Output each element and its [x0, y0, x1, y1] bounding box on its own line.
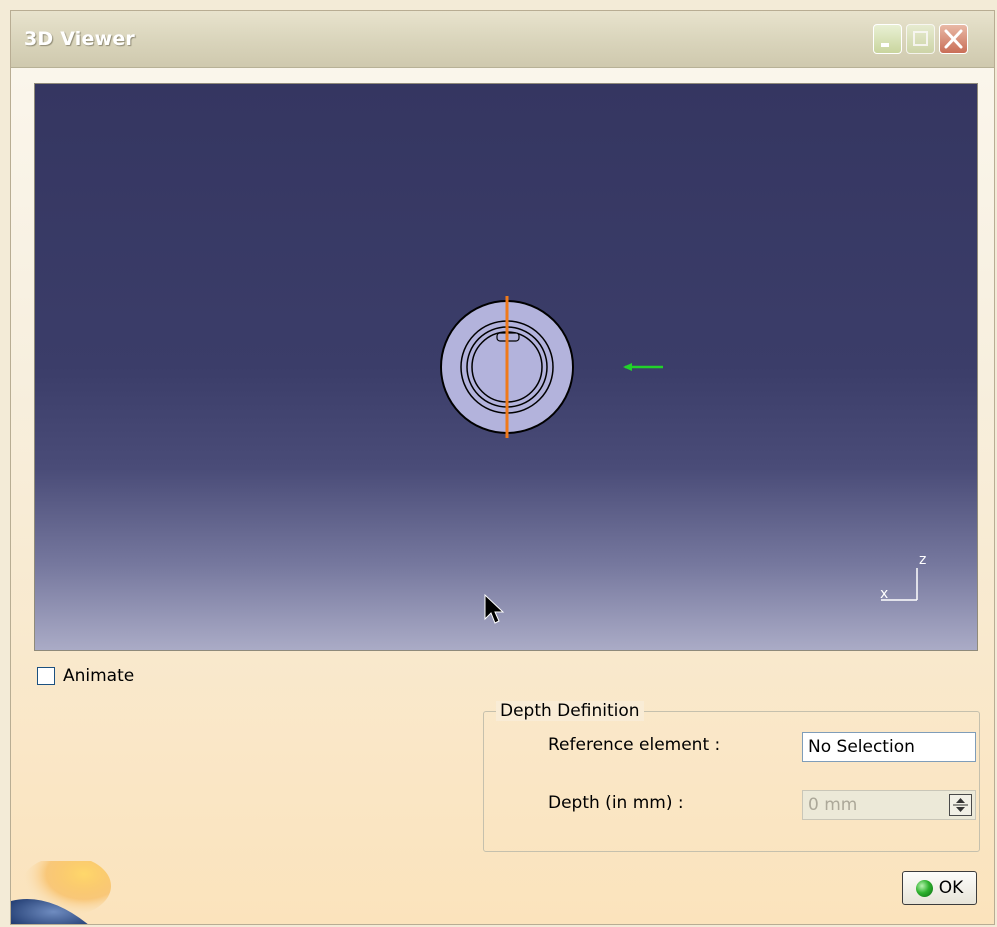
maximize-button[interactable]: [906, 24, 935, 54]
depth-spinner: [949, 794, 972, 816]
mouse-cursor-icon: [484, 593, 505, 624]
animate-label: Animate: [63, 666, 135, 686]
minimize-icon: [881, 43, 889, 47]
ok-button-label: OK: [938, 878, 964, 898]
window-title: 3D Viewer: [24, 28, 135, 50]
dialog-window: 3D Viewer z x Animate Depth Definition R…: [10, 10, 995, 925]
title-bar[interactable]: 3D Viewer: [11, 11, 994, 68]
spinner-arrows-icon: [953, 798, 968, 812]
close-button[interactable]: [939, 24, 968, 54]
maximize-icon: [913, 31, 928, 46]
viewport-scene: z x: [440, 296, 926, 624]
minimize-button[interactable]: [873, 24, 902, 54]
ok-button[interactable]: OK: [902, 871, 977, 905]
depth-value: 0 mm: [808, 795, 858, 815]
green-ball-icon: [915, 879, 933, 897]
animate-checkbox[interactable]: [37, 667, 55, 685]
axis-z-label: z: [919, 552, 926, 568]
depth-definition-group: Depth Definition Reference element : No …: [483, 701, 980, 852]
depth-definition-legend: Depth Definition: [496, 701, 644, 721]
depth-input: 0 mm: [802, 790, 976, 820]
reference-element-label: Reference element :: [548, 735, 721, 755]
animate-option[interactable]: Animate: [37, 666, 134, 686]
catia-logo-icon: [11, 861, 111, 924]
direction-arrow-icon[interactable]: [623, 363, 663, 371]
3d-viewport[interactable]: z x: [34, 83, 978, 651]
close-icon: [944, 29, 963, 49]
reference-element-field[interactable]: No Selection: [802, 732, 976, 762]
axis-compass-icon: z x: [880, 552, 926, 602]
depth-label: Depth (in mm) :: [548, 793, 684, 813]
axis-x-label: x: [880, 586, 888, 602]
